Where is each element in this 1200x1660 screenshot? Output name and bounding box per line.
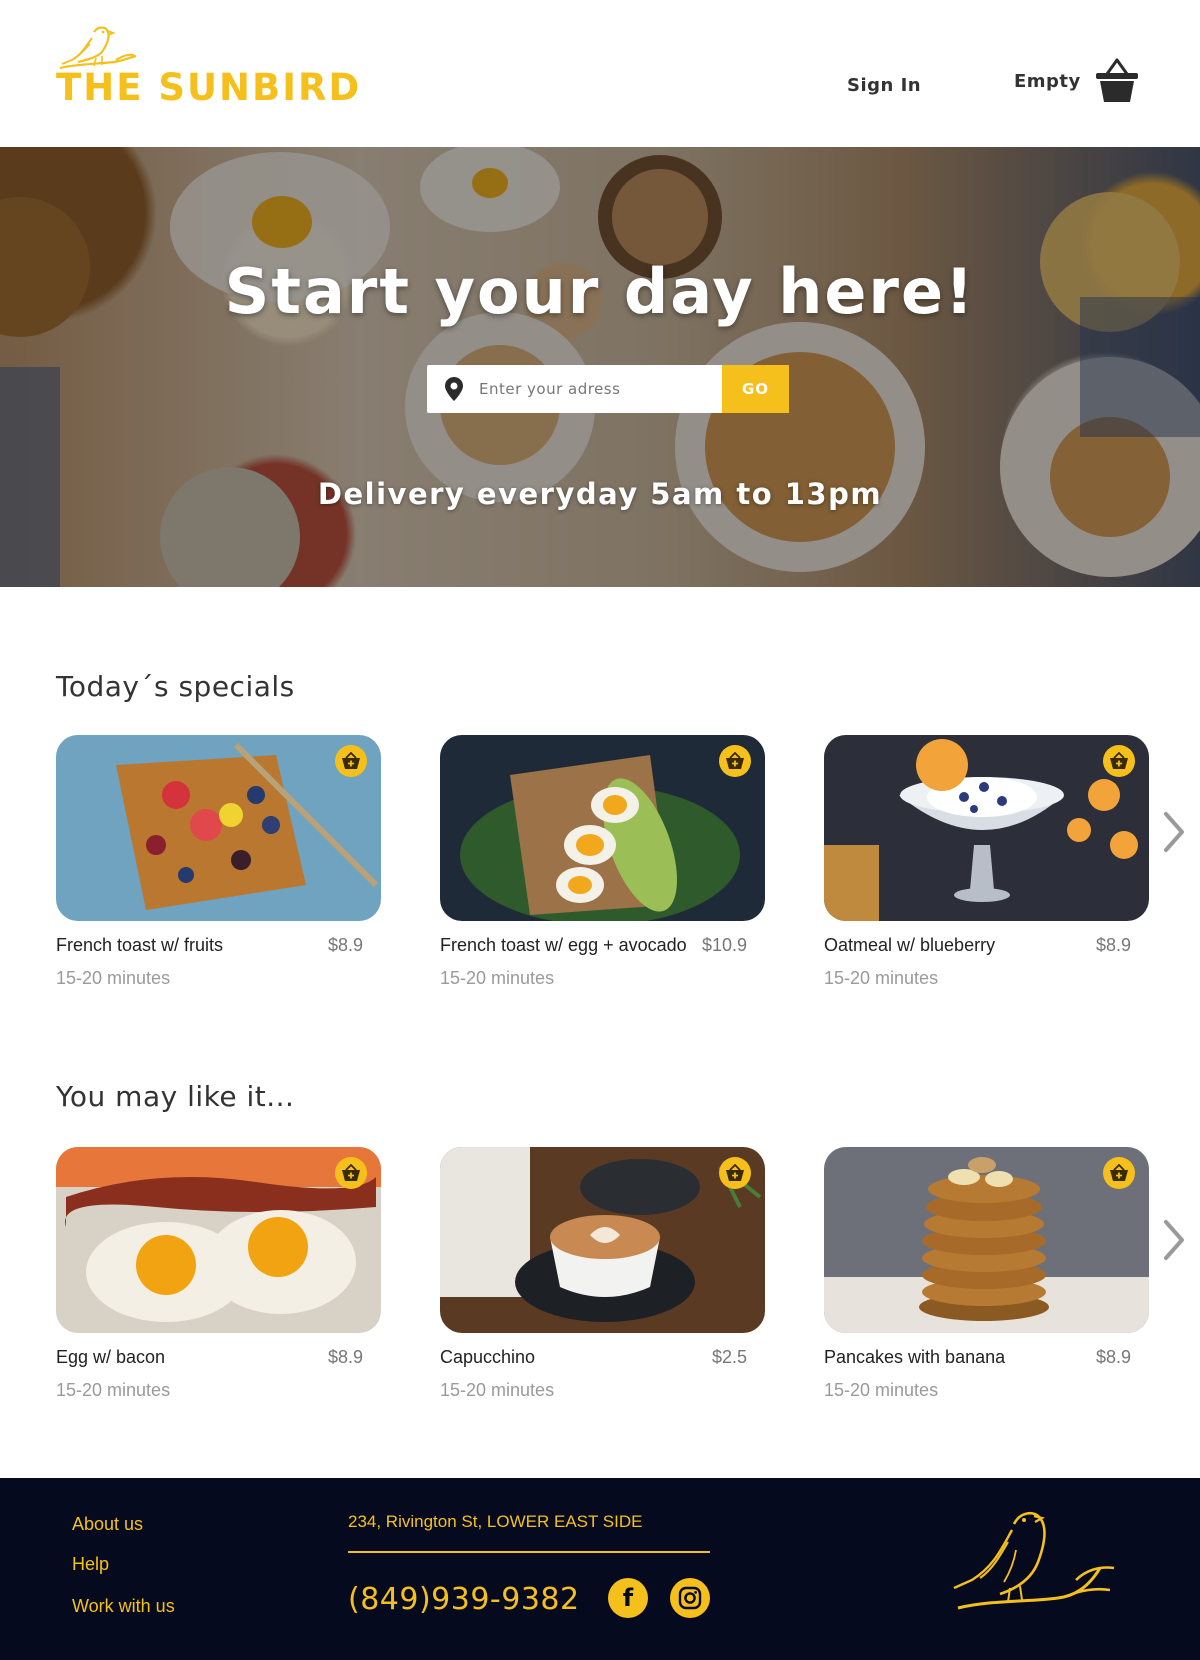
product-price: $8.9 (1095, 935, 1131, 955)
footer-link-about[interactable]: About us (72, 1514, 143, 1535)
delivery-time: 15-20 minutes (56, 968, 171, 988)
hero-title: Start your day here! (224, 255, 976, 328)
basket-plus-icon (726, 1164, 744, 1181)
brand-name: THE SUNBIRD (56, 66, 362, 109)
product-card[interactable]: Oatmeal w/ blueberry $8.9 15-20 minutes (824, 735, 1149, 989)
product-card[interactable]: French toast w/ fruits $8.9 15-20 minutes (56, 735, 381, 989)
add-to-cart-button[interactable] (335, 1157, 367, 1189)
address-search: GO (427, 365, 789, 413)
product-name[interactable]: Capucchino (440, 1347, 535, 1368)
oatmeal-blueberry-image (824, 735, 1149, 921)
add-to-cart-button[interactable] (1103, 745, 1135, 777)
product-price: $10.9 (701, 935, 747, 955)
address-input[interactable] (479, 380, 699, 398)
site-footer: About us Help Work with us 234, Rivingto… (0, 1478, 1200, 1660)
add-to-cart-button[interactable] (335, 745, 367, 777)
instagram-icon[interactable] (670, 1578, 710, 1618)
product-image[interactable] (824, 1147, 1149, 1333)
product-card[interactable]: Pancakes with banana $8.9 15-20 minutes (824, 1147, 1149, 1401)
french-toast-fruits-image (56, 735, 381, 921)
product-image[interactable] (440, 1147, 765, 1333)
basket-plus-icon (342, 752, 360, 769)
cart-status-label: Empty (1014, 70, 1081, 92)
footer-address: 234, Rivington St, LOWER EAST SIDE (348, 1512, 643, 1531)
product-card[interactable]: French toast w/ egg + avocado $10.9 15-20… (440, 735, 765, 989)
delivery-hours: Delivery everyday 5am to 13pm (317, 477, 883, 511)
recommended-next-arrow-icon[interactable] (1160, 1218, 1188, 1262)
product-price: $2.5 (711, 1347, 747, 1367)
product-card[interactable]: Capucchino $2.5 15-20 minutes (440, 1147, 765, 1401)
cappuccino-image (440, 1147, 765, 1333)
footer-link-work[interactable]: Work with us (72, 1596, 175, 1617)
hero-banner: Start your day here! GO Delivery everyda… (0, 147, 1200, 587)
product-price: $8.9 (327, 1347, 363, 1367)
product-image[interactable] (440, 735, 765, 921)
product-image[interactable] (56, 735, 381, 921)
product-name[interactable]: Oatmeal w/ blueberry (824, 935, 995, 956)
basket-plus-icon (342, 1164, 360, 1181)
delivery-time: 15-20 minutes (440, 968, 555, 988)
go-button[interactable]: GO (722, 365, 789, 413)
basket-plus-icon (1110, 752, 1128, 769)
pancakes-banana-image (824, 1147, 1149, 1333)
add-to-cart-button[interactable] (1103, 1157, 1135, 1189)
sign-in-link[interactable]: Sign In (847, 75, 921, 96)
product-name[interactable]: French toast w/ fruits (56, 935, 223, 956)
product-card[interactable]: Egg w/ bacon $8.9 15-20 minutes (56, 1147, 381, 1401)
delivery-time: 15-20 minutes (824, 968, 939, 988)
product-name[interactable]: French toast w/ egg + avocado (440, 935, 687, 956)
facebook-glyph: f (622, 1584, 634, 1612)
instagram-glyph (678, 1586, 702, 1610)
footer-divider (348, 1551, 710, 1553)
facebook-icon[interactable]: f (608, 1578, 648, 1618)
basket-plus-icon (726, 752, 744, 769)
product-image[interactable] (56, 1147, 381, 1333)
location-pin-icon (445, 377, 463, 401)
delivery-time: 15-20 minutes (56, 1380, 171, 1400)
basket-icon (1095, 58, 1138, 102)
footer-phone[interactable]: (849)939-9382 (348, 1582, 580, 1617)
footer-link-help[interactable]: Help (72, 1554, 109, 1575)
product-price: $8.9 (1095, 1347, 1131, 1367)
french-toast-egg-avocado-image (440, 735, 765, 921)
product-name[interactable]: Pancakes with banana (824, 1347, 1005, 1368)
brand-logo[interactable]: THE SUNBIRD (56, 24, 359, 109)
sunbird-footer-icon (953, 1511, 1115, 1610)
add-to-cart-button[interactable] (719, 745, 751, 777)
product-name[interactable]: Egg w/ bacon (56, 1347, 165, 1368)
product-price: $8.9 (327, 935, 363, 955)
recommended-heading: You may like it... (56, 1080, 295, 1113)
product-image[interactable] (824, 735, 1149, 921)
add-to-cart-button[interactable] (719, 1157, 751, 1189)
specials-next-arrow-icon[interactable] (1160, 810, 1188, 854)
delivery-time: 15-20 minutes (440, 1380, 555, 1400)
specials-heading: Today´s specials (56, 670, 295, 703)
site-header: THE SUNBIRD Sign In Empty (0, 0, 1200, 147)
basket-plus-icon (1110, 1164, 1128, 1181)
egg-bacon-image (56, 1147, 381, 1333)
cart-button[interactable]: Empty (1014, 58, 1139, 104)
address-search-box[interactable] (427, 365, 722, 413)
delivery-time: 15-20 minutes (824, 1380, 939, 1400)
